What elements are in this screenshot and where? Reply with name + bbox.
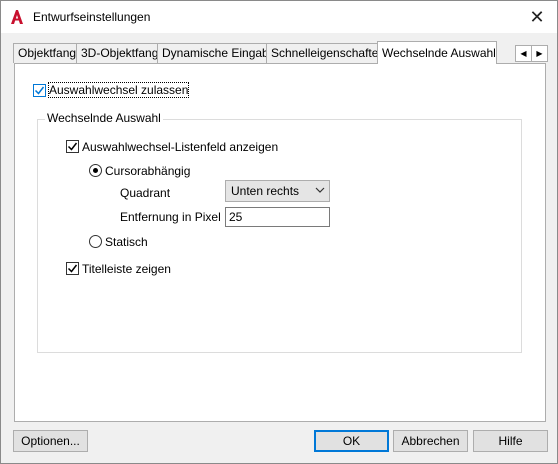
tab-schnelleigenschaften[interactable]: Schnelleigenschaften <box>266 43 386 63</box>
tab-label: Dynamische Eingabe <box>162 46 276 60</box>
tab-dynamische-eingabe[interactable]: Dynamische Eingabe <box>157 43 275 63</box>
groupbox-title: Wechselnde Auswahl <box>45 111 163 125</box>
title-bar: Entwurfseinstellungen ✕ <box>1 1 557 33</box>
options-button[interactable]: Optionen... <box>13 430 88 452</box>
tab-objektfang[interactable]: Objektfang <box>13 43 80 63</box>
chevron-left-icon: ◀ <box>520 49 527 58</box>
tab-3d-objektfang[interactable]: 3D-Objektfang <box>76 43 163 63</box>
cursor-dependent-radio[interactable] <box>89 164 102 177</box>
window-title: Entwurfseinstellungen <box>33 10 151 24</box>
radio-dot <box>93 168 98 173</box>
tab-label: 3D-Objektfang <box>81 46 159 60</box>
dialog-window: Entwurfseinstellungen ✕ Objektfang 3D-Ob… <box>0 0 558 464</box>
checkmark-icon <box>34 86 45 95</box>
distance-label: Entfernung in Pixel <box>120 210 221 224</box>
autocad-a-icon <box>9 9 25 25</box>
tab-scroll-right-button[interactable]: ▶ <box>531 45 548 62</box>
cancel-button[interactable]: Abbrechen <box>393 430 468 452</box>
allow-cycling-label[interactable]: Auswahlwechsel zulassen <box>47 82 190 98</box>
allow-cycling-checkbox[interactable] <box>33 84 46 97</box>
static-label[interactable]: Statisch <box>105 235 148 249</box>
chevron-down-icon <box>315 187 325 193</box>
tab-label: Schnelleigenschaften <box>271 46 386 60</box>
tab-wechselnde-auswahl[interactable]: Wechselnde Auswahl <box>377 41 497 64</box>
tab-scroll-left-button[interactable]: ◀ <box>515 45 532 62</box>
checkmark-icon <box>67 142 78 151</box>
static-radio[interactable] <box>89 235 102 248</box>
ok-button[interactable]: OK <box>314 430 389 452</box>
quadrant-label: Quadrant <box>120 186 171 200</box>
close-button[interactable]: ✕ <box>523 4 551 30</box>
show-list-label[interactable]: Auswahlwechsel-Listenfeld anzeigen <box>82 140 278 154</box>
distance-field[interactable]: 25 <box>225 207 330 227</box>
cursor-dependent-label[interactable]: Cursorabhängig <box>105 164 190 178</box>
distance-value: 25 <box>229 210 243 224</box>
show-titlebar-checkbox[interactable] <box>66 262 79 275</box>
quadrant-select[interactable]: Unten rechts <box>225 180 330 202</box>
quadrant-value: Unten rechts <box>231 184 300 198</box>
checkmark-icon <box>67 264 78 273</box>
help-button[interactable]: Hilfe <box>473 430 548 452</box>
tab-label: Wechselnde Auswahl <box>382 46 496 60</box>
chevron-right-icon: ▶ <box>536 49 543 58</box>
tab-label: Objektfang <box>18 46 77 60</box>
show-titlebar-label[interactable]: Titelleiste zeigen <box>82 262 171 276</box>
show-list-checkbox[interactable] <box>66 140 79 153</box>
